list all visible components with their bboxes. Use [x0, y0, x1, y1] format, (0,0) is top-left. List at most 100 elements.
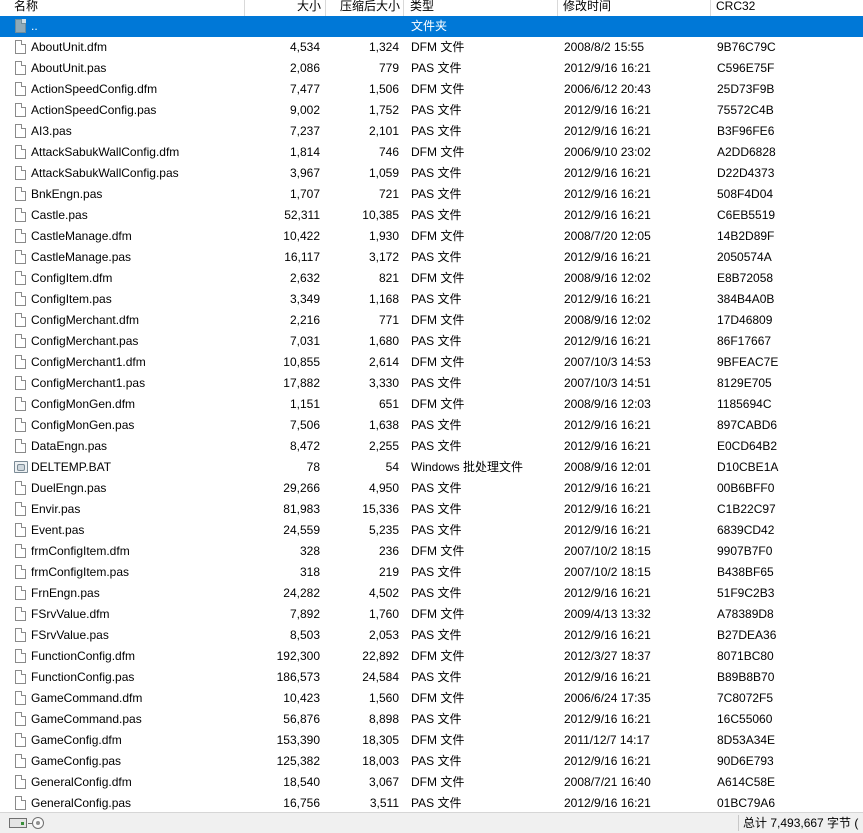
parent-folder-row[interactable]: .. 文件夹: [0, 16, 863, 37]
file-row[interactable]: ConfigMonGen.pas 7,506 1,638 PAS 文件 2012/9/1…: [0, 415, 863, 436]
file-row[interactable]: FSrvValue.pas 8,503 2,053 PAS 文件 2012/9/16 1…: [0, 625, 863, 646]
column-divider[interactable]: [557, 0, 558, 16]
file-row[interactable]: FunctionConfig.pas 186,573 24,584 PAS 文件 201…: [0, 667, 863, 688]
file-icon: [15, 313, 26, 327]
file-row[interactable]: AttackSabukWallConfig.dfm 1,814 746 DFM 文件 2…: [0, 142, 863, 163]
file-row[interactable]: frmConfigItem.dfm 328 236 DFM 文件 2007/10/2 1…: [0, 541, 863, 562]
file-icon: [15, 355, 26, 369]
file-icon: [15, 754, 26, 768]
file-crc32: 9BFEAC7E: [717, 355, 779, 369]
file-row[interactable]: FunctionConfig.dfm 192,300 22,892 DFM 文件 201…: [0, 646, 863, 667]
file-row[interactable]: Event.pas 24,559 5,235 PAS 文件 2012/9/16 16:2…: [0, 520, 863, 541]
file-packed-size: 219: [378, 565, 399, 579]
column-header-packed-size[interactable]: 压缩后大小: [327, 0, 400, 16]
column-header: 名称 大小 压缩后大小 类型 修改时间 CRC32: [0, 0, 863, 16]
file-name: frmConfigItem.pas: [31, 565, 130, 579]
file-row[interactable]: GameCommand.pas 56,876 8,898 PAS 文件 2012/9/1…: [0, 709, 863, 730]
file-modified: 2012/9/16 16:21: [564, 712, 651, 726]
file-row[interactable]: DuelEngn.pas 29,266 4,950 PAS 文件 2012/9/16 1…: [0, 478, 863, 499]
file-crc32: D22D4373: [717, 166, 775, 180]
file-icon: [15, 481, 26, 495]
file-row[interactable]: AttackSabukWallConfig.pas 3,967 1,059 PAS 文…: [0, 163, 863, 184]
file-crc32: A2DD6828: [717, 145, 776, 159]
file-crc32: 00B6BFF0: [717, 481, 775, 495]
column-divider[interactable]: [710, 0, 711, 16]
file-row[interactable]: GameConfig.pas 125,382 18,003 PAS 文件 2012/9/…: [0, 751, 863, 772]
file-size: 8,472: [289, 439, 320, 453]
file-icon: [15, 565, 26, 579]
file-size: 7,237: [289, 124, 320, 138]
file-crc32: 01BC79A6: [717, 796, 776, 810]
file-row[interactable]: CastleManage.dfm 10,422 1,930 DFM 文件 2008/7/…: [0, 226, 863, 247]
file-row[interactable]: Castle.pas 52,311 10,385 PAS 文件 2012/9/16 16…: [0, 205, 863, 226]
file-row[interactable]: FrnEngn.pas 24,282 4,502 PAS 文件 2012/9/16 16…: [0, 583, 863, 604]
file-icon: [15, 376, 26, 390]
file-row[interactable]: AboutUnit.pas 2,086 779 PAS 文件 2012/9/16 16:…: [0, 58, 863, 79]
column-header-modified[interactable]: 修改时间: [563, 0, 708, 16]
column-header-name[interactable]: 名称: [14, 0, 242, 16]
file-packed-size: 54: [385, 460, 399, 474]
file-icon: [15, 607, 26, 621]
file-packed-size: 651: [378, 397, 399, 411]
file-crc32: 508F4D04: [717, 187, 774, 201]
file-size: 7,477: [289, 82, 320, 96]
file-crc32: 75572C4B: [717, 103, 774, 117]
disc-icon[interactable]: [32, 817, 44, 829]
file-packed-size: 4,950: [368, 481, 399, 495]
file-packed-size: 1,638: [368, 418, 399, 432]
file-type: DFM 文件: [411, 229, 465, 243]
file-row[interactable]: ConfigMerchant.dfm 2,216 771 DFM 文件 2008/9/1…: [0, 310, 863, 331]
file-modified: 2012/3/27 18:37: [564, 649, 651, 663]
file-row[interactable]: ConfigMerchant1.pas 17,882 3,330 PAS 文件 2007…: [0, 373, 863, 394]
file-icon: [15, 103, 26, 117]
file-icon: [15, 40, 26, 54]
file-modified: 2008/9/16 12:02: [564, 271, 651, 285]
file-size: 7,892: [289, 607, 320, 621]
file-type: DFM 文件: [411, 649, 465, 663]
file-icon: [15, 334, 26, 348]
column-divider[interactable]: [403, 0, 404, 16]
file-size: 153,390: [276, 733, 320, 747]
file-row[interactable]: ActionSpeedConfig.dfm 7,477 1,506 DFM 文件 200…: [0, 79, 863, 100]
file-modified: 2008/7/21 16:40: [564, 775, 651, 789]
file-row[interactable]: ConfigItem.pas 3,349 1,168 PAS 文件 2012/9/16 …: [0, 289, 863, 310]
column-divider[interactable]: [244, 0, 245, 16]
file-row[interactable]: DataEngn.pas 8,472 2,255 PAS 文件 2012/9/16 16…: [0, 436, 863, 457]
file-row[interactable]: CastleManage.pas 16,117 3,172 PAS 文件 2012/9/…: [0, 247, 863, 268]
file-row[interactable]: BnkEngn.pas 1,707 721 PAS 文件 2012/9/16 16:21…: [0, 184, 863, 205]
column-header-size[interactable]: 大小: [246, 0, 321, 16]
file-row[interactable]: Envir.pas 81,983 15,336 PAS 文件 2012/9/16 16:…: [0, 499, 863, 520]
file-row[interactable]: GameCommand.dfm 10,423 1,560 DFM 文件 2006/6/2…: [0, 688, 863, 709]
file-row[interactable]: GeneralConfig.dfm 18,540 3,067 DFM 文件 2008/7…: [0, 772, 863, 793]
file-name: GameConfig.dfm: [31, 733, 122, 747]
file-row[interactable]: GameConfig.dfm 153,390 18,305 DFM 文件 2011/12…: [0, 730, 863, 751]
column-header-type[interactable]: 类型: [410, 0, 555, 16]
file-icon: [15, 796, 26, 810]
column-divider[interactable]: [325, 0, 326, 16]
file-icon: [15, 670, 26, 684]
file-size: 2,086: [289, 61, 320, 75]
file-crc32: D10CBE1A: [717, 460, 779, 474]
file-type: PAS 文件: [411, 481, 462, 495]
file-row[interactable]: GeneralConfig.pas 16,756 3,511 PAS 文件 2012/9…: [0, 793, 863, 812]
file-size: 1,707: [289, 187, 320, 201]
file-row[interactable]: FSrvValue.dfm 7,892 1,760 DFM 文件 2009/4/13 1…: [0, 604, 863, 625]
file-modified: 2008/9/16 12:02: [564, 313, 651, 327]
file-row[interactable]: AboutUnit.dfm 4,534 1,324 DFM 文件 2008/8/2 15…: [0, 37, 863, 58]
file-crc32: E0CD64B2: [717, 439, 778, 453]
file-name: DataEngn.pas: [31, 439, 108, 453]
file-row[interactable]: ConfigMonGen.dfm 1,151 651 DFM 文件 2008/9/16 …: [0, 394, 863, 415]
file-row[interactable]: frmConfigItem.pas 318 219 PAS 文件 2007/10/2 1…: [0, 562, 863, 583]
file-row[interactable]: ConfigItem.dfm 2,632 821 DFM 文件 2008/9/16 12…: [0, 268, 863, 289]
file-modified: 2012/9/16 16:21: [564, 754, 651, 768]
file-list[interactable]: .. 文件夹 AboutUnit.dfm 4,534 1,324 DFM 文件 2008…: [0, 16, 863, 812]
drive-icon[interactable]: [9, 818, 27, 828]
file-row[interactable]: ConfigMerchant.pas 7,031 1,680 PAS 文件 2012/9…: [0, 331, 863, 352]
file-row[interactable]: DELTEMP.BAT 78 54 Windows 批处理文件 2008/9/16 12…: [0, 457, 863, 478]
file-row[interactable]: ConfigMerchant1.dfm 10,855 2,614 DFM 文件 2007…: [0, 352, 863, 373]
file-name: BnkEngn.pas: [31, 187, 103, 201]
file-row[interactable]: ActionSpeedConfig.pas 9,002 1,752 PAS 文件 201…: [0, 100, 863, 121]
file-row[interactable]: AI3.pas 7,237 2,101 PAS 文件 2012/9/16 16:21 B3…: [0, 121, 863, 142]
file-name: CastleManage.dfm: [31, 229, 132, 243]
column-header-crc32[interactable]: CRC32: [716, 0, 863, 16]
